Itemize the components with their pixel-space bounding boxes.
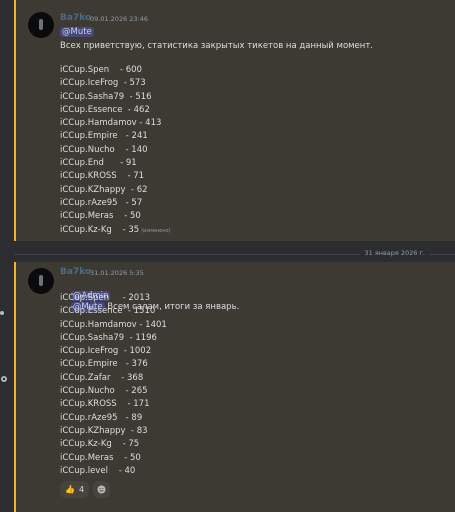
list-item: iCCup.IceFrog - 1002 [60,346,152,357]
list-item: iCCup.Empire - 241 [60,131,148,142]
add-reaction-button[interactable] [93,481,111,498]
mention-line: @Mute [60,27,94,38]
list-item: iCCup.Meras - 50 [60,211,141,222]
list-item: iCCup.Essence - 462 [60,104,150,115]
edited-label: (изменено) [141,227,171,234]
thumbs-up-reaction[interactable]: 👍 4 [60,481,90,498]
timestamp: 31.01.2026 5:35 [90,269,144,277]
thumbs-up-icon: 👍 [65,485,75,494]
list-item: iCCup.Kz-Kg - 75 [60,439,140,450]
list-item: iCCup.KZhappy - 83 [60,425,148,436]
reactions-bar: 👍 4 [60,481,111,498]
stats-list: iCCup.Spen - 2013 iCCup.Essence - 1510 i… [60,292,167,478]
list-item: iCCup.Sasha79 - 1196 [60,332,157,343]
list-item: iCCup.level - 40 [60,465,136,476]
list-item: iCCup.Zafar - 368 [60,372,144,383]
list-item: iCCup.Empire - 376 [60,359,148,370]
list-item: iCCup.Nucho - 265 [60,386,148,397]
list-item: iCCup.Hamdamov - 413 [60,118,162,129]
list-item: iCCup.KROSS - 171 [60,399,150,410]
list-item: iCCup.Hamdamov - 1401 [60,319,167,330]
list-item: iCCup.KROSS - 71 [60,171,145,182]
list-item: iCCup.Essence - 1510 [60,306,156,317]
sidebar-edge-icon[interactable] [0,309,8,317]
message-highlighted-2: Ba7ko 31.01.2026 5:35 @Admin @Mute Всем … [14,262,455,512]
author-name[interactable]: Ba7ko [60,13,91,23]
stats-list: iCCup.Spen - 600 iCCup.IceFrog - 573 iCC… [60,64,171,238]
mention-mute[interactable]: @Mute [60,27,94,37]
list-item: iCCup.End - 91 [60,158,137,169]
list-item: iCCup.Meras - 50 [60,452,141,463]
list-item: iCCup.KZhappy - 62 [60,184,148,195]
list-item: iCCup.Spen - 600 [60,65,142,75]
list-item: iCCup.Spen - 2013 [60,293,151,303]
avatar[interactable] [28,268,54,294]
timestamp: 09.01.2026 23:46 [90,15,149,23]
add-reaction-icon [97,485,106,494]
list-item: iCCup.Kz-Kg - 35 (изменено) [60,224,171,238]
list-item: iCCup.Sasha79 - 516 [60,91,152,102]
reaction-count: 4 [78,485,85,494]
message-intro: Всех приветствую, статистика закрытых ти… [60,41,373,51]
gear-icon[interactable] [0,375,8,383]
author-name[interactable]: Ba7ko [60,267,91,277]
list-item: iCCup.rAze95 - 89 [60,412,143,423]
list-item: iCCup.Nucho - 140 [60,144,148,155]
list-item: iCCup.rAze95 - 57 [60,197,143,208]
avatar[interactable] [28,12,54,38]
list-item: iCCup.IceFrog - 573 [60,78,146,89]
message-highlighted-1: Ba7ko 09.01.2026 23:46 @Mute Всех привет… [14,0,455,241]
list-item-text: iCCup.Kz-Kg - 35 [60,224,140,235]
date-divider-label: 31 января 2026 г. [360,249,429,257]
